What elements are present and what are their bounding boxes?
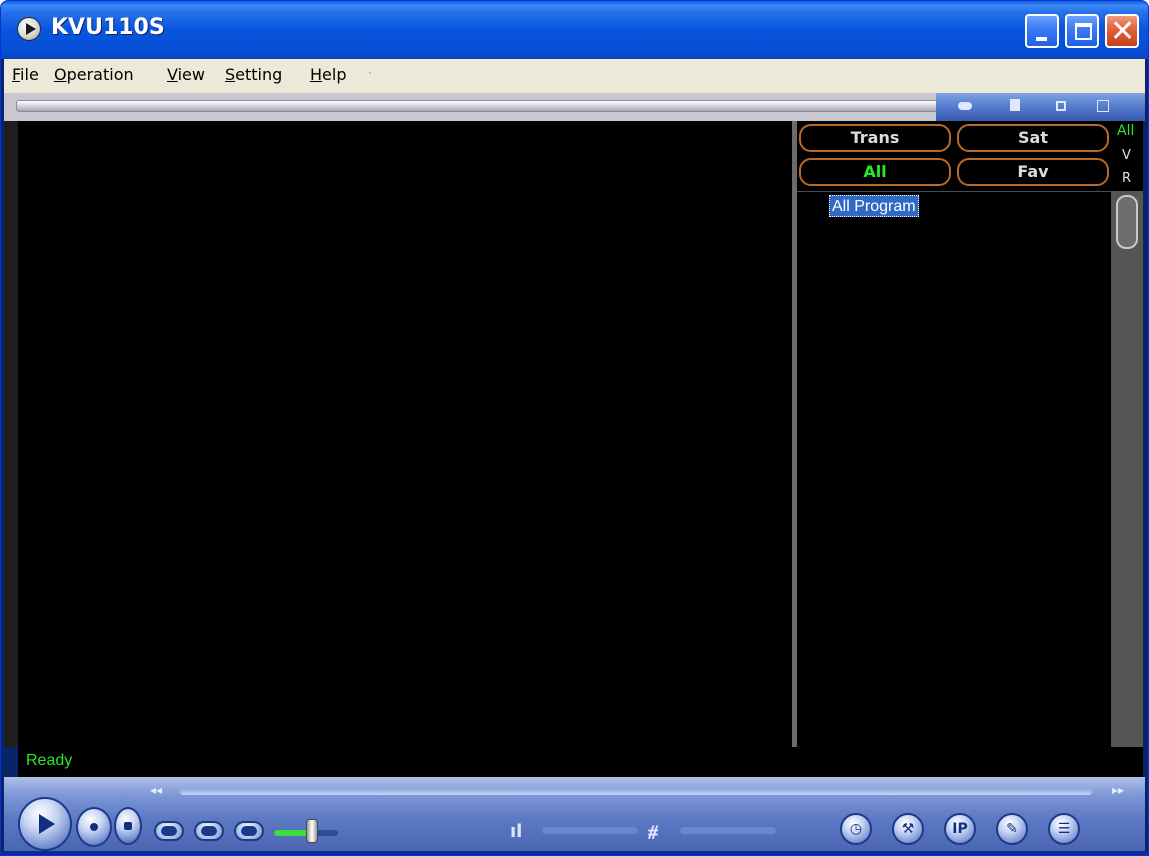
menu-grip: · [368, 67, 372, 79]
play-button[interactable] [18, 797, 72, 851]
eject-button[interactable] [234, 821, 264, 841]
prev-button[interactable] [154, 821, 184, 841]
title-bar[interactable]: KVU110S ✕ [1, 1, 1148, 59]
snapshot-icon[interactable] [958, 99, 974, 113]
ip-button[interactable]: IP [944, 813, 976, 845]
pause-button[interactable] [76, 807, 112, 847]
ip-icon: IP [952, 821, 968, 837]
menu-help[interactable]: Help [310, 65, 346, 84]
pause-icon [90, 823, 98, 831]
filter-sat-button[interactable]: Sat [957, 124, 1109, 152]
epg-button[interactable]: ✎ [996, 813, 1028, 845]
close-button[interactable]: ✕ [1105, 14, 1139, 49]
type-radio-toggle[interactable]: R [1122, 171, 1131, 186]
window-icon[interactable] [1096, 99, 1112, 113]
channel-tree-item[interactable]: All Program [829, 195, 919, 217]
settings-button[interactable]: ⚒ [892, 813, 924, 845]
panel-separator [797, 191, 1111, 192]
filter-fav-button[interactable]: Fav [957, 158, 1109, 186]
play-circle-icon [17, 17, 41, 41]
signal-bar[interactable] [542, 827, 638, 834]
record-icon[interactable] [1008, 99, 1024, 113]
scrollbar-thumb[interactable] [1116, 195, 1138, 249]
seek-strip [4, 93, 1145, 121]
audio-icon: ⧣ [648, 821, 659, 842]
audio-bar[interactable] [680, 827, 776, 834]
mini-toolbar [936, 93, 1145, 121]
clock-icon: ◷ [849, 821, 863, 837]
prev-icon [161, 826, 177, 836]
volume-knob[interactable] [306, 819, 318, 843]
video-display[interactable] [18, 121, 792, 747]
wrench-icon: ⚒ [901, 821, 915, 837]
status-bar: Ready [18, 747, 1143, 777]
close-icon: ✕ [1110, 14, 1136, 49]
status-text: Ready [26, 752, 73, 769]
window-title: KVU110S [51, 15, 165, 40]
window-bottom-border [1, 851, 1148, 855]
app-window: KVU110S ✕ File Operation View Setting He… [0, 0, 1149, 856]
minimize-button[interactable] [1025, 14, 1059, 48]
epg-icon: ✎ [1006, 821, 1018, 837]
next-button[interactable] [194, 821, 224, 841]
channel-panel: Trans Sat All Fav All V R All Program [797, 121, 1143, 747]
type-all-toggle[interactable]: All [1117, 123, 1134, 139]
play-icon [39, 814, 55, 834]
minimize-icon [1036, 37, 1047, 41]
filter-all-button[interactable]: All [799, 158, 951, 186]
menu-file[interactable]: File [12, 65, 39, 84]
rewind-arrow-icon[interactable]: ◂◂ [150, 783, 162, 797]
maximize-icon [1075, 23, 1092, 40]
channel-scrollbar[interactable] [1111, 191, 1143, 747]
signal-icon: ıl [510, 821, 523, 842]
position-slider[interactable] [180, 788, 1092, 795]
menu-bar: File Operation View Setting Help · [4, 59, 1145, 93]
player-controls: ◂◂ ▸▸ ıl ⧣ ◷ ⚒ IP ✎ ☰ [4, 777, 1145, 853]
stop-icon [124, 822, 132, 830]
filter-trans-button[interactable]: Trans [799, 124, 951, 152]
list-icon: ☰ [1057, 821, 1071, 837]
seek-bar[interactable] [16, 100, 940, 112]
screen-icon[interactable] [1054, 99, 1070, 113]
clock-button[interactable]: ◷ [840, 813, 872, 845]
maximize-button[interactable] [1065, 14, 1099, 48]
stop-button[interactable] [114, 807, 142, 845]
next-icon [201, 826, 217, 836]
type-video-toggle[interactable]: V [1122, 148, 1131, 163]
menu-operation[interactable]: Operation [54, 65, 134, 84]
left-edge [4, 121, 18, 747]
list-button[interactable]: ☰ [1048, 813, 1080, 845]
menu-setting[interactable]: Setting [225, 65, 282, 84]
forward-arrow-icon[interactable]: ▸▸ [1112, 783, 1124, 797]
eject-icon [241, 826, 257, 836]
menu-view[interactable]: View [167, 65, 205, 84]
